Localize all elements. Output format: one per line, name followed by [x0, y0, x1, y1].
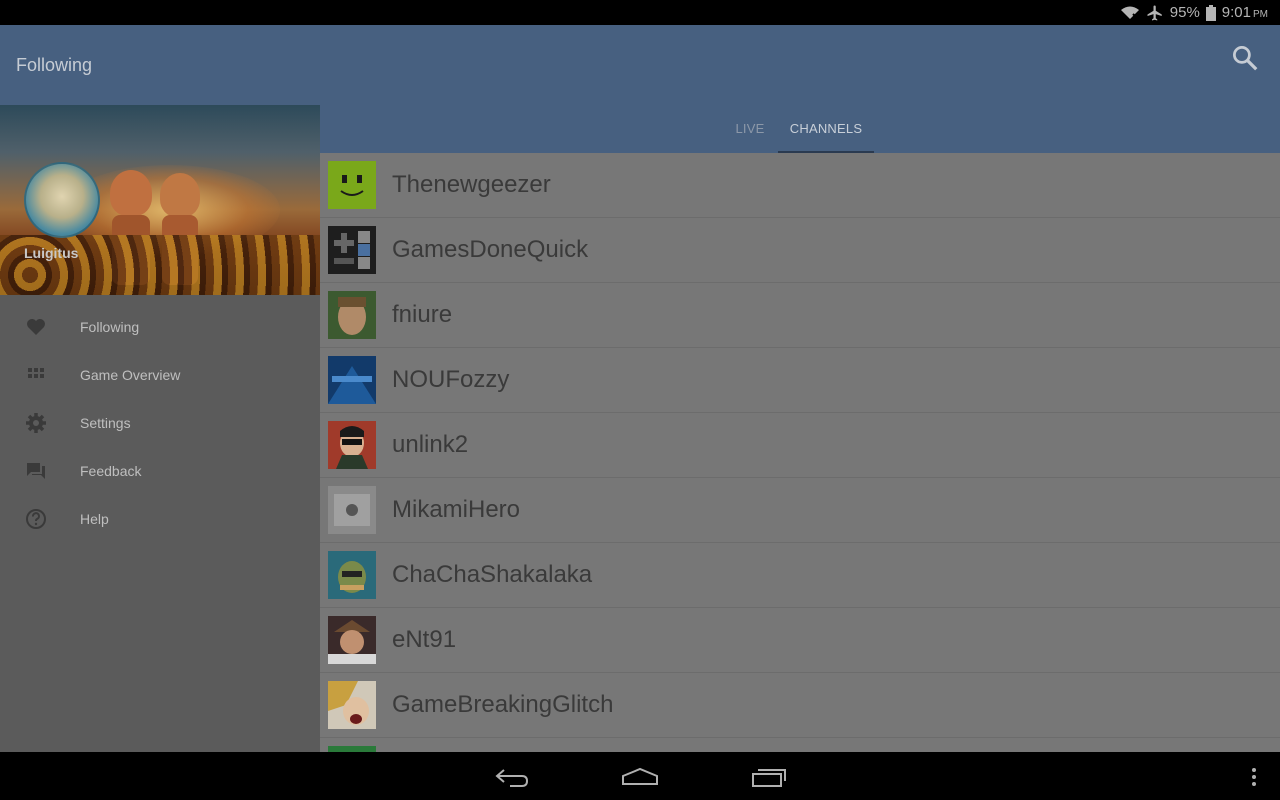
clock-ampm: PM	[1253, 9, 1268, 20]
channel-list[interactable]: Thenewgeezer GamesDoneQuick fniure NOUFo…	[320, 153, 1280, 752]
search-icon[interactable]	[1230, 43, 1260, 73]
channel-name: Thenewgeezer	[392, 171, 551, 198]
channel-avatar	[328, 486, 376, 534]
battery-percent: 95%	[1169, 4, 1200, 21]
banner-figure	[110, 170, 152, 216]
avatar[interactable]	[24, 162, 100, 238]
tab-live[interactable]: LIVE	[720, 105, 780, 153]
tab-bar: LIVE CHANNELS	[320, 105, 1280, 153]
gear-icon	[26, 413, 46, 433]
drawer-item-label: Game Overview	[80, 367, 181, 383]
overflow-menu-icon[interactable]	[1246, 764, 1262, 790]
channel-name: unlink2	[392, 431, 469, 458]
banner-sunflowers	[0, 235, 320, 295]
help-icon	[26, 509, 46, 529]
drawer-item-label: Help	[80, 511, 109, 527]
channel-avatar	[328, 421, 376, 469]
channel-name: GamesDoneQuick	[392, 236, 589, 263]
channel-name: ChaChaShakalaka	[392, 561, 593, 588]
username: Luigitus	[24, 245, 79, 261]
chat-icon	[27, 463, 45, 479]
banner-figure	[160, 173, 200, 217]
drawer-item-label: Following	[80, 319, 140, 335]
clock-time: 9:01	[1221, 4, 1251, 21]
channel-row[interactable]: eNt91	[320, 608, 1280, 673]
heart-icon	[27, 319, 45, 335]
channel-name: eNt91	[392, 626, 457, 653]
channel-row-partial[interactable]	[320, 738, 1280, 752]
wifi-icon	[1120, 6, 1140, 21]
channel-name: GameBreakingGlitch	[392, 691, 614, 718]
channel-name: NOUFozzy	[392, 366, 510, 393]
tab-channels-label: CHANNELS	[789, 121, 863, 136]
navigation-drawer: Luigitus Following Game Overview Setting…	[0, 105, 320, 752]
action-bar: Following	[0, 25, 1280, 105]
drawer-item-label: Settings	[80, 415, 131, 431]
tab-channels[interactable]: CHANNELS	[778, 105, 874, 153]
channel-avatar	[328, 551, 376, 599]
drawer-item-settings[interactable]: Settings	[0, 399, 320, 447]
channel-row[interactable]: unlink2	[320, 413, 1280, 478]
channel-avatar	[328, 226, 376, 274]
status-bar: 95% 9:01 PM	[0, 0, 1280, 25]
page-title: Following	[16, 55, 93, 75]
drawer-item-game-overview[interactable]: Game Overview	[0, 351, 320, 399]
drawer-item-feedback[interactable]: Feedback	[0, 447, 320, 495]
airplane-icon	[1147, 5, 1162, 20]
grid-icon	[28, 368, 44, 378]
drawer-item-label: Feedback	[80, 463, 142, 479]
channel-row[interactable]: Thenewgeezer	[320, 153, 1280, 218]
channel-avatar	[328, 681, 376, 729]
channel-avatar	[328, 161, 376, 209]
channel-row[interactable]: GameBreakingGlitch	[320, 673, 1280, 738]
channel-name: MikamiHero	[392, 496, 521, 523]
drawer-item-help[interactable]: Help	[0, 495, 320, 543]
drawer-item-following[interactable]: Following	[0, 303, 320, 351]
channel-row[interactable]: ChaChaShakalaka	[320, 543, 1280, 608]
channel-name: fniure	[392, 301, 453, 328]
channel-row[interactable]: fniure	[320, 283, 1280, 348]
channel-row[interactable]: MikamiHero	[320, 478, 1280, 543]
recent-apps-icon[interactable]	[750, 764, 788, 790]
battery-icon	[1205, 4, 1216, 21]
clock: 9:01 PM	[1222, 4, 1268, 21]
home-icon[interactable]	[620, 764, 660, 790]
channel-row[interactable]: GamesDoneQuick	[320, 218, 1280, 283]
channel-avatar	[328, 291, 376, 339]
back-icon[interactable]	[494, 764, 530, 790]
drawer-header-banner: Luigitus	[0, 105, 320, 295]
drawer-menu: Following Game Overview Settings Feedbac…	[0, 303, 320, 543]
channel-row[interactable]: NOUFozzy	[320, 348, 1280, 413]
channel-avatar	[328, 616, 376, 664]
channel-avatar	[328, 356, 376, 404]
system-navigation-bar	[0, 752, 1280, 800]
